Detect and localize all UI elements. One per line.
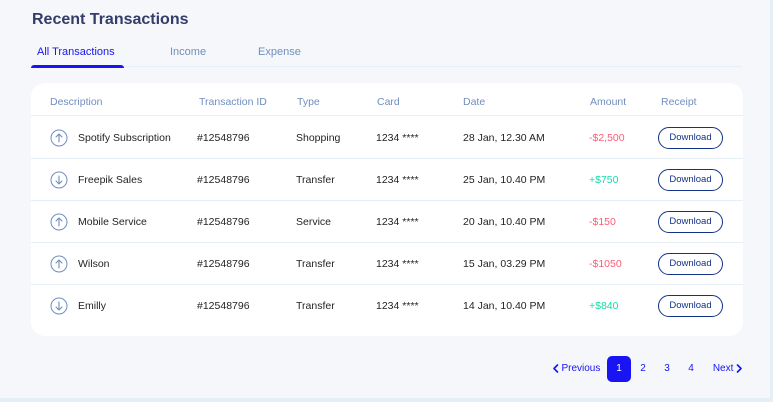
cell-card: 1234 **** (376, 174, 419, 186)
cell-description: Mobile Service (78, 216, 147, 228)
header-amount: Amount (590, 96, 627, 108)
header-transaction-id: Transaction ID (199, 96, 267, 108)
cell-description: Freepik Sales (78, 174, 143, 186)
previous-label: Previous (561, 363, 601, 374)
page-3-button[interactable]: 3 (660, 356, 674, 382)
page-4-button[interactable]: 4 (684, 356, 698, 382)
cell-date: 20 Jan, 10.40 PM (463, 216, 546, 228)
next-label: Next (712, 363, 734, 374)
arrow-up-circle-icon (50, 255, 68, 273)
cell-amount: +$750 (589, 174, 619, 186)
cell-transaction-id: #12548796 (197, 216, 250, 228)
cell-transaction-id: #12548796 (197, 174, 250, 186)
cell-amount: -$150 (589, 216, 616, 228)
active-tab-indicator (31, 65, 124, 68)
download-receipt-button[interactable]: Download (658, 253, 723, 275)
cell-date: 15 Jan, 03.29 PM (463, 258, 546, 270)
cell-date: 28 Jan, 12.30 AM (463, 132, 545, 144)
chevron-left-icon (552, 364, 558, 373)
download-receipt-button[interactable]: Download (658, 295, 723, 317)
next-page-button[interactable]: Next (710, 356, 746, 382)
transaction-tabs: All Transactions Income Expense (31, 46, 742, 68)
table-row: Freepik Sales #12548796 Transfer 1234 **** 2… (31, 159, 743, 201)
cell-card: 1234 **** (376, 132, 419, 144)
cell-transaction-id: #12548796 (197, 132, 250, 144)
window-edge-bottom (0, 398, 773, 402)
arrow-down-circle-icon (50, 297, 68, 315)
header-receipt: Receipt (661, 96, 697, 108)
arrow-up-circle-icon (50, 129, 68, 147)
pagination: Previous 1 2 3 4 Next (0, 356, 773, 382)
arrow-down-circle-icon (50, 171, 68, 189)
cell-description: Spotify Subscription (78, 132, 171, 144)
cell-transaction-id: #12548796 (197, 300, 250, 312)
table-row: Mobile Service #12548796 Service 1234 **** 2… (31, 201, 743, 243)
header-date: Date (463, 96, 486, 108)
header-description: Description (50, 96, 103, 108)
cell-type: Transfer (296, 174, 335, 186)
tab-all-transactions[interactable]: All Transactions (37, 46, 115, 58)
tab-income[interactable]: Income (170, 46, 206, 58)
download-receipt-button[interactable]: Download (658, 169, 723, 191)
table-row: Wilson #12548796 Transfer 1234 **** 15 Jan, … (31, 243, 743, 285)
header-card: Card (377, 96, 400, 108)
cell-date: 25 Jan, 10.40 PM (463, 174, 546, 186)
cell-card: 1234 **** (376, 216, 419, 228)
cell-type: Transfer (296, 300, 335, 312)
cell-amount: +$840 (589, 300, 619, 312)
cell-transaction-id: #12548796 (197, 258, 250, 270)
cell-card: 1234 **** (376, 258, 419, 270)
download-receipt-button[interactable]: Download (658, 127, 723, 149)
previous-page-button[interactable]: Previous (550, 356, 602, 382)
header-type: Type (297, 96, 320, 108)
cell-amount: -$2,500 (589, 132, 625, 144)
arrow-up-circle-icon (50, 213, 68, 231)
page-2-button[interactable]: 2 (636, 356, 650, 382)
section-title: Recent Transactions (32, 11, 189, 28)
chevron-right-icon (736, 364, 742, 373)
page-1-button[interactable]: 1 (607, 356, 631, 382)
table-row: Emilly #12548796 Transfer 1234 **** 14 Jan, … (31, 285, 743, 327)
transactions-table: Description Transaction ID Type Card Dat… (31, 83, 743, 336)
cell-description: Wilson (78, 258, 110, 270)
cell-type: Transfer (296, 258, 335, 270)
cell-date: 14 Jan, 10.40 PM (463, 300, 546, 312)
cell-type: Service (296, 216, 332, 228)
download-receipt-button[interactable]: Download (658, 211, 723, 233)
cell-description: Emilly (78, 300, 106, 312)
table-header: Description Transaction ID Type Card Dat… (31, 83, 743, 116)
cell-card: 1234 **** (376, 300, 419, 312)
table-row: Spotify Subscription #12548796 Shopping 123… (31, 117, 743, 159)
tab-expense[interactable]: Expense (258, 46, 301, 58)
cell-amount: -$1050 (589, 258, 622, 270)
cell-type: Shopping (296, 132, 341, 144)
